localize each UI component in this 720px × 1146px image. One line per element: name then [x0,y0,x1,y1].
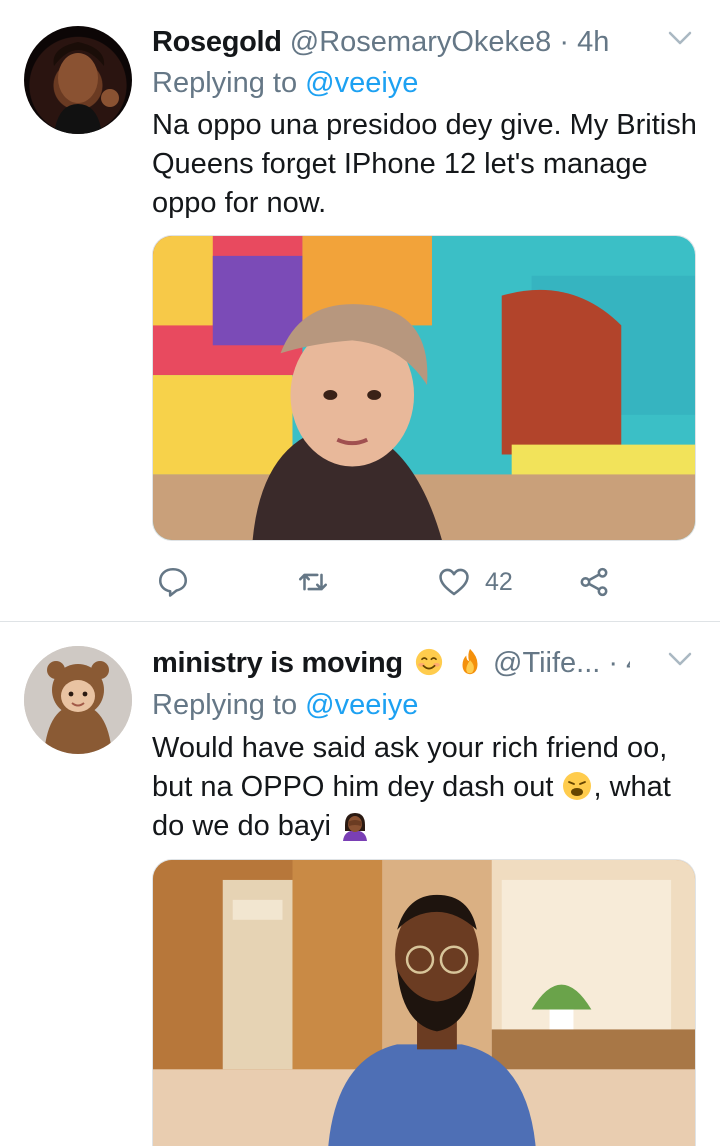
tweet-text: Would have said ask your rich friend oo,… [152,729,702,846]
chevron-down-icon[interactable] [668,30,692,46]
chevron-down-icon[interactable] [668,651,692,667]
weary-face-emoji [563,772,592,800]
user-handle[interactable]: @RosemaryOkeke8 [290,26,552,58]
avatar[interactable] [24,646,132,754]
tweet[interactable]: ministry is moving @Tiife... · 4h Replyi… [0,623,720,1146]
reply-icon [158,567,188,597]
share-button[interactable] [577,562,611,602]
user-handle[interactable]: @Tiife... [493,647,600,679]
separator-dot: · [559,26,570,58]
like-button[interactable]: 42 [437,562,513,602]
retweet-icon [298,573,328,591]
share-icon [580,567,608,597]
replying-to: Replying to @veeiye [152,63,418,103]
retweet-button[interactable] [296,562,330,602]
tweet-actions: 42 [152,562,632,602]
replying-label: Replying to [152,689,298,721]
timestamp[interactable]: 4h [577,26,609,58]
avatar[interactable] [24,26,132,134]
like-count: 42 [485,567,513,596]
tweet-media-image[interactable] [152,235,696,541]
display-name[interactable]: Rosegold [152,26,282,58]
display-name[interactable]: ministry is moving [152,647,403,679]
tweet-header: ministry is moving @Tiife... · 4h [152,643,630,687]
mention-link[interactable]: @veeiye [305,689,418,721]
tweet[interactable]: Rosegold @RosemaryOkeke8 · 4h Replying t… [0,0,720,622]
tweet-header: Rosegold @RosemaryOkeke8 · 4h [152,22,630,66]
mention-link[interactable]: @veeiye [305,67,418,99]
timestamp[interactable]: 4h [626,647,630,679]
replying-to: Replying to @veeiye [152,685,418,725]
separator-dot: · [608,647,619,679]
smiling-face-emoji [415,648,443,676]
heart-icon [439,568,469,596]
tweet-media-image[interactable] [152,859,696,1146]
tweet-text: Na oppo una presidoo dey give. My Britis… [152,109,697,219]
reply-button[interactable] [156,562,190,602]
fire-emoji [462,648,478,675]
woman-facepalming-emoji [343,813,368,841]
replying-label: Replying to [152,67,298,99]
